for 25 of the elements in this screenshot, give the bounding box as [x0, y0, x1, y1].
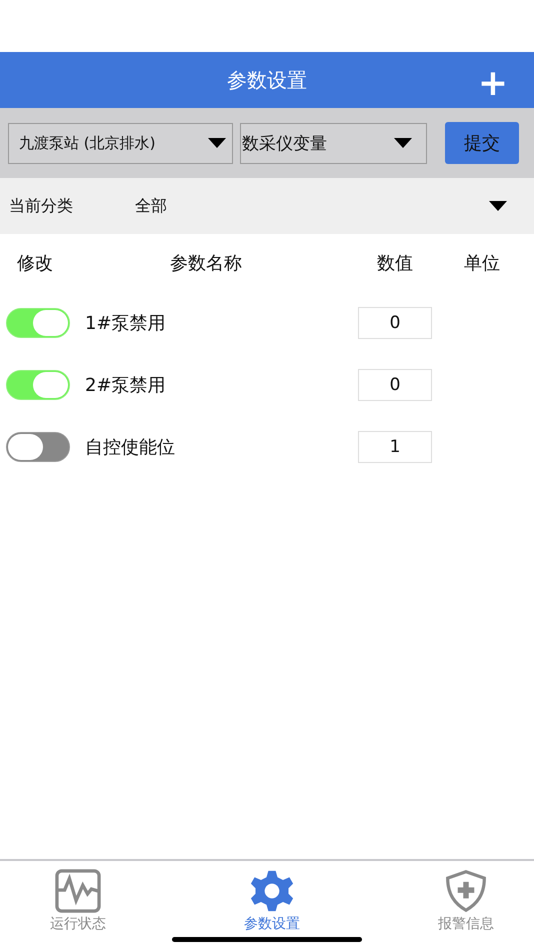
tab[interactable]: 参数设置: [244, 869, 300, 933]
settings-icon: [248, 869, 296, 913]
caret-icon: [489, 201, 507, 211]
value-field[interactable]: 0: [358, 307, 432, 339]
filter-label: 当前分类: [9, 196, 74, 216]
category-filter[interactable]: 当前分类 全部: [0, 178, 534, 234]
variable-select[interactable]: 数采仪变量: [240, 122, 427, 164]
toggle-switch[interactable]: [6, 432, 70, 462]
submit-button[interactable]: 提交: [445, 122, 519, 164]
caret-icon: [394, 138, 412, 148]
page-title: 参数设置: [227, 66, 307, 94]
parameter-name: 自控使能位: [85, 436, 176, 459]
column-header: 参数名称: [169, 252, 243, 275]
add-button[interactable]: +: [478, 66, 508, 102]
column-header: 修改: [16, 252, 54, 275]
value-field[interactable]: 0: [358, 369, 432, 401]
filter-value: 全部: [135, 196, 167, 216]
parameter-name: 2#泵禁用: [85, 374, 167, 397]
caret-icon: [208, 138, 226, 148]
value-field[interactable]: 1: [358, 431, 432, 463]
parameter-name: 1#泵禁用: [85, 312, 167, 335]
column-header: 数值: [376, 252, 414, 275]
station-select[interactable]: 九渡泵站 (北京排水): [8, 122, 233, 164]
column-header: 单位: [463, 252, 501, 275]
waveform-icon: [54, 869, 102, 913]
